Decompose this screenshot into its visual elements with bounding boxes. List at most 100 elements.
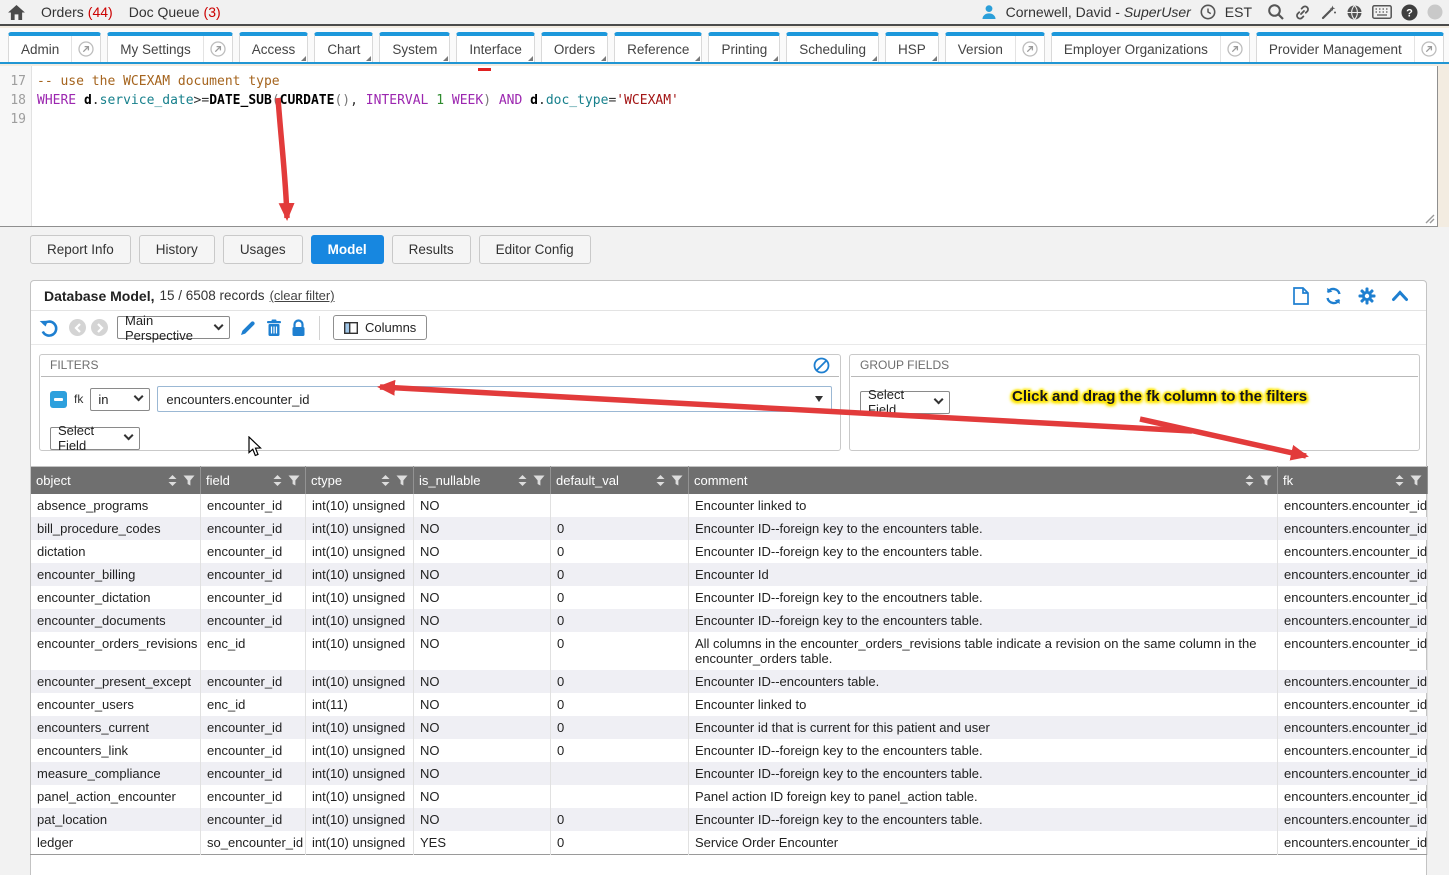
table-row[interactable]: encounters_linkencounter_idint(10) unsig… [31,739,1428,762]
add-group-field-select[interactable]: Select Field [860,391,950,414]
col-header-fk[interactable]: fk [1278,467,1428,495]
editor-code[interactable]: -- use the WCEXAM document typeWHERE d.s… [32,66,1437,226]
nav-tab-hsp[interactable]: HSP [885,32,939,62]
table-row[interactable]: encounter_billingencounter_idint(10) uns… [31,563,1428,586]
link-icon[interactable] [1294,4,1311,21]
menu-orders[interactable]: Orders (44) [41,4,113,20]
user-name[interactable]: Cornewell, David - SuperUser [1006,4,1191,20]
col-header-comment[interactable]: comment [689,467,1278,495]
nav-tab-admin[interactable]: Admin [8,32,101,62]
table-row[interactable]: absence_programsencounter_idint(10) unsi… [31,494,1428,517]
popout-icon[interactable] [203,36,232,62]
col-header-label: ctype [311,473,375,488]
filter-funnel-icon[interactable] [533,475,545,486]
clock-icon[interactable] [1200,4,1216,20]
popout-icon[interactable] [1220,36,1249,62]
history-forward-icon[interactable] [91,319,108,336]
sort-icon[interactable] [381,475,390,486]
sort-icon[interactable] [518,475,527,486]
nav-tab-reference[interactable]: Reference [614,32,702,62]
nav-tab-my-settings[interactable]: My Settings [107,32,233,62]
filter-value-input[interactable]: encounters.encounter_id [157,386,832,412]
cell-default-val: 0 [551,609,689,632]
clear-filter-link[interactable]: (clear filter) [270,288,335,303]
home-icon[interactable] [8,5,25,20]
nav-tab-employer-organizations[interactable]: Employer Organizations [1051,32,1250,62]
nav-tab-orders[interactable]: Orders [541,32,608,62]
table-row[interactable]: encounter_documentsencounter_idint(10) u… [31,609,1428,632]
history-back-icon[interactable] [69,319,86,336]
filter-funnel-icon[interactable] [396,475,408,486]
menu-doc-queue[interactable]: Doc Queue (3) [129,4,221,20]
table-row[interactable]: ledgerso_encounter_idint(10) unsignedYES… [31,831,1428,855]
sort-icon[interactable] [1395,475,1404,486]
filter-funnel-icon[interactable] [1260,475,1272,486]
col-header-object[interactable]: object [31,467,201,495]
table-row[interactable]: encounter_present_exceptencounter_idint(… [31,670,1428,693]
refresh-icon[interactable] [1324,287,1343,305]
nav-tab-printing[interactable]: Printing [708,32,780,62]
gear-icon[interactable] [1358,287,1376,305]
col-header-is-nullable[interactable]: is_nullable [414,467,551,495]
table-row[interactable]: panel_action_encounterencounter_idint(10… [31,785,1428,808]
table-row[interactable]: pat_locationencounter_idint(10) unsigned… [31,808,1428,831]
col-header-default-val[interactable]: default_val [551,467,689,495]
edit-pencil-icon[interactable] [239,319,257,337]
table-row[interactable]: dictationencounter_idint(10) unsignedNO0… [31,540,1428,563]
sort-icon[interactable] [273,475,282,486]
sql-editor[interactable]: 171819 -- use the WCEXAM document typeWH… [0,66,1438,227]
globe-icon[interactable] [1346,4,1363,21]
tab-history[interactable]: History [139,235,215,264]
table-row[interactable]: encounters_currentencounter_idint(10) un… [31,716,1428,739]
popout-icon[interactable] [71,36,100,62]
undo-icon[interactable] [39,318,60,338]
filter-funnel-icon[interactable] [1410,475,1422,486]
table-row[interactable]: encounter_orders_revisionsenc_idint(10) … [31,632,1428,670]
dropdown-caret-icon[interactable] [815,396,823,402]
popout-icon[interactable] [1414,36,1443,62]
col-header-field[interactable]: field [201,467,306,495]
keyboard-icon[interactable] [1372,5,1392,19]
collapse-icon[interactable] [1391,289,1409,302]
cell-fk: encounters.encounter_id [1278,494,1428,517]
wand-icon[interactable] [1320,4,1337,21]
search-icon[interactable] [1267,3,1285,21]
nav-tab-interface[interactable]: Interface [456,32,535,62]
columns-button[interactable]: Columns [333,315,427,340]
lock-icon[interactable] [291,319,306,337]
col-header-ctype[interactable]: ctype [306,467,414,495]
nav-tab-provider-management[interactable]: Provider Management [1256,32,1444,62]
popout-icon[interactable] [1015,36,1044,62]
sort-icon[interactable] [168,475,177,486]
filter-funnel-icon[interactable] [288,475,300,486]
nav-tab-system[interactable]: System [379,32,450,62]
clear-filters-icon[interactable] [813,357,830,374]
nav-tab-access[interactable]: Access [239,32,309,62]
sort-icon[interactable] [1245,475,1254,486]
sort-icon[interactable] [656,475,665,486]
help-icon[interactable]: ? [1401,4,1418,21]
add-filter-field-select[interactable]: Select Field [50,427,140,450]
tab-editor-config[interactable]: Editor Config [479,235,591,264]
filter-funnel-icon[interactable] [183,475,195,486]
table-row[interactable]: encounter_dictationencounter_idint(10) u… [31,586,1428,609]
nav-tab-scheduling[interactable]: Scheduling [786,32,879,62]
table-row[interactable]: encounter_usersenc_idint(11)NO0Encounter… [31,693,1428,716]
tab-usages[interactable]: Usages [223,235,303,264]
new-document-icon[interactable] [1293,287,1309,305]
remove-filter-button[interactable] [50,391,67,408]
editor-resize-handle[interactable] [1422,211,1435,224]
filter-operator-select[interactable]: in [90,388,150,411]
table-row[interactable]: measure_complianceencounter_idint(10) un… [31,762,1428,785]
tab-results[interactable]: Results [392,235,471,264]
tab-model[interactable]: Model [311,235,384,264]
cell-default-val [551,494,689,517]
error-underline [478,68,491,71]
delete-trash-icon[interactable] [266,319,282,337]
nav-tab-version[interactable]: Version [945,32,1045,62]
filter-funnel-icon[interactable] [671,475,683,486]
nav-tab-chart[interactable]: Chart [314,32,373,62]
perspective-select[interactable]: Main Perspective [117,316,230,339]
tab-report-info[interactable]: Report Info [30,235,131,264]
table-row[interactable]: bill_procedure_codesencounter_idint(10) … [31,517,1428,540]
